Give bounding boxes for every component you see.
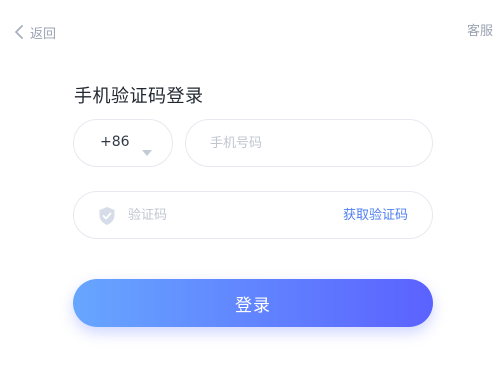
back-button[interactable]: 返回 — [14, 22, 56, 42]
phone-field — [185, 119, 433, 167]
country-code-select[interactable]: +86 — [73, 119, 173, 167]
get-code-button[interactable]: 获取验证码 — [343, 206, 408, 226]
page-title: 手机验证码登录 — [74, 86, 204, 107]
chevron-left-icon — [14, 25, 24, 39]
verification-code-field: 获取验证码 — [73, 191, 433, 239]
verification-code-input[interactable] — [128, 205, 308, 225]
shield-check-icon — [98, 206, 116, 230]
customer-service-link[interactable]: 客服 — [467, 22, 493, 42]
top-bar: 返回 客服 — [0, 0, 503, 64]
login-button[interactable]: 登录 — [73, 279, 433, 327]
phone-input[interactable] — [210, 133, 410, 153]
back-label: 返回 — [30, 26, 57, 42]
country-code-value: +86 — [100, 134, 130, 150]
caret-down-icon — [142, 141, 152, 160]
